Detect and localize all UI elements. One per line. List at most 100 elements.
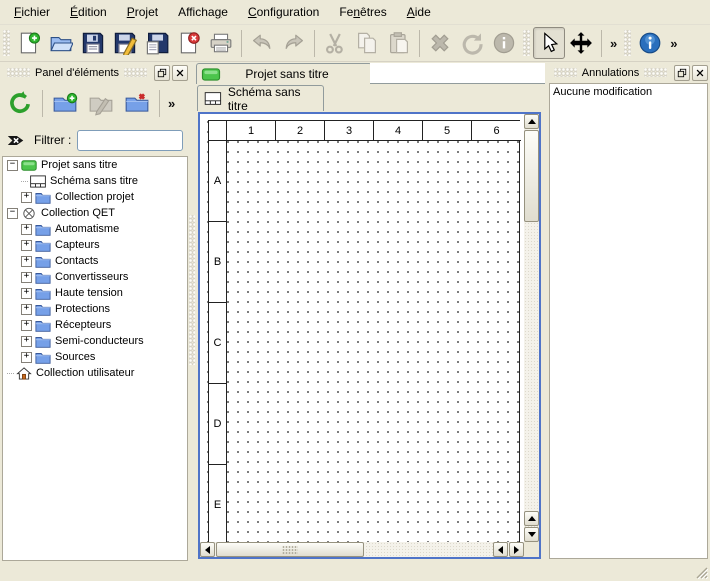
vertical-scroll-thumb[interactable] [524, 130, 539, 222]
tools-toolbar-overflow-button[interactable]: » [606, 36, 621, 51]
scroll-right-button[interactable] [509, 542, 524, 557]
copy-button[interactable] [351, 27, 383, 59]
frame-row-label: B [209, 222, 227, 303]
horizontal-scroll-thumb[interactable] [216, 542, 364, 557]
tree-item-protections[interactable]: +Protections [3, 301, 187, 317]
delete-category-button[interactable] [119, 85, 155, 121]
paste-button[interactable] [383, 27, 415, 59]
panel-splitter[interactable] [188, 62, 196, 560]
scroll-left-button[interactable] [200, 542, 215, 557]
open-document-button[interactable] [45, 27, 77, 59]
save-as-button[interactable] [109, 27, 141, 59]
filter-row: Filtrer : [4, 128, 188, 152]
float-panel-button[interactable] [674, 65, 690, 81]
close-panel-button[interactable] [692, 65, 708, 81]
filter-input[interactable] [77, 130, 183, 151]
undo-history-list: Aucune modification [549, 83, 708, 559]
tree-item-projet-sans-titre[interactable]: −Projet sans titre [3, 157, 187, 173]
tree-item-contacts[interactable]: +Contacts [3, 253, 187, 269]
project-icon [21, 159, 37, 172]
edit-category-button[interactable] [83, 85, 119, 121]
dock-handle[interactable] [554, 68, 577, 77]
expand-icon[interactable]: + [21, 336, 32, 347]
print-button[interactable] [205, 27, 237, 59]
tree-item-collection-projet[interactable]: +Collection projet [3, 189, 187, 205]
tree-item-convertisseurs[interactable]: +Convertisseurs [3, 269, 187, 285]
undo-icon [250, 31, 274, 55]
scroll-up-button[interactable] [524, 114, 539, 129]
scroll-left-button[interactable] [493, 542, 508, 557]
redo-button[interactable] [278, 27, 310, 59]
expand-icon[interactable]: + [21, 320, 32, 331]
close-file-button[interactable] [173, 27, 205, 59]
about-qet-button[interactable] [634, 27, 666, 59]
scroll-up-button[interactable] [524, 511, 539, 526]
folder-icon [35, 335, 51, 348]
horizontal-scrollbar[interactable] [200, 542, 524, 557]
tree-item-sources[interactable]: +Sources [3, 349, 187, 365]
collapse-icon[interactable]: − [7, 208, 18, 219]
tree-item-semi-conducteurs[interactable]: +Semi-conducteurs [3, 333, 187, 349]
tree-item-label: Schéma sans titre [50, 175, 138, 187]
undo-button[interactable] [246, 27, 278, 59]
schema-icon [30, 175, 46, 188]
menu-configuration[interactable]: Configuration [238, 1, 329, 23]
tree-item-collection-utilisateur[interactable]: Collection utilisateur [3, 365, 187, 381]
expand-icon[interactable]: + [21, 272, 32, 283]
dock-handle[interactable] [124, 68, 147, 77]
expand-icon[interactable]: + [21, 352, 32, 363]
expand-icon[interactable]: + [21, 304, 32, 315]
cut-button[interactable] [319, 27, 351, 59]
expand-icon[interactable]: + [21, 256, 32, 267]
close-panel-button[interactable] [172, 65, 188, 81]
dock-handle[interactable] [644, 68, 667, 77]
toolbar-handle[interactable] [624, 30, 631, 56]
help-toolbar-overflow-button[interactable]: » [666, 36, 681, 51]
expand-icon[interactable]: + [21, 192, 32, 203]
menu-affichage[interactable]: Affichage [168, 1, 238, 23]
tree-item-haute-tension[interactable]: +Haute tension [3, 285, 187, 301]
resize-grip-icon[interactable] [694, 565, 708, 579]
float-panel-button[interactable] [154, 65, 170, 81]
tab-project[interactable]: Projet sans titre [196, 63, 372, 84]
collapse-icon[interactable]: − [7, 160, 18, 171]
frame-column-header: 5 [423, 121, 472, 141]
tab-schema[interactable]: Schéma sans titre [197, 85, 324, 111]
menu-projet[interactable]: Projet [117, 1, 168, 23]
tree-item-recepteurs[interactable]: +Récepteurs [3, 317, 187, 333]
elements-panel-titlebar: Panel d'éléments [2, 64, 188, 81]
dock-handle[interactable] [7, 68, 30, 77]
project-icon [201, 68, 221, 81]
vertical-scrollbar[interactable] [524, 114, 539, 542]
menu-edition[interactable]: Édition [60, 1, 117, 23]
schema-view[interactable]: 123456ABCDE [198, 112, 541, 559]
tree-item-collection-qet[interactable]: −Collection QET [3, 205, 187, 221]
expand-icon[interactable]: + [21, 288, 32, 299]
scroll-down-button[interactable] [524, 527, 539, 542]
home-icon [16, 367, 32, 380]
toolbar-handle[interactable] [3, 30, 10, 56]
clear-filter-button[interactable] [4, 130, 28, 150]
tree-item-automatisme[interactable]: +Automatisme [3, 221, 187, 237]
scroll-mode-button[interactable] [565, 27, 597, 59]
toolbar-handle[interactable] [523, 30, 530, 56]
delete-button[interactable] [424, 27, 456, 59]
tree-item-schema-sans-titre[interactable]: Schéma sans titre [3, 173, 187, 189]
new-document-button[interactable] [13, 27, 45, 59]
menu-aide[interactable]: Aide [397, 1, 441, 23]
elements-toolbar-overflow-button[interactable]: » [164, 96, 179, 111]
expand-icon[interactable]: + [21, 224, 32, 235]
menu-fenetres[interactable]: Fenêtres [329, 1, 396, 23]
menu-fichier[interactable]: Fichier [4, 1, 60, 23]
undo-list-item[interactable]: Aucune modification [550, 84, 707, 100]
save-all-button[interactable] [141, 27, 173, 59]
selection-mode-button[interactable] [533, 27, 565, 59]
schema-canvas[interactable]: 123456ABCDE [200, 114, 524, 542]
new-category-button[interactable] [47, 85, 83, 121]
reload-collections-button[interactable] [2, 85, 38, 121]
save-button[interactable] [77, 27, 109, 59]
rotate-button[interactable] [456, 27, 488, 59]
tree-item-capteurs[interactable]: +Capteurs [3, 237, 187, 253]
object-information-button[interactable] [488, 27, 520, 59]
expand-icon[interactable]: + [21, 240, 32, 251]
